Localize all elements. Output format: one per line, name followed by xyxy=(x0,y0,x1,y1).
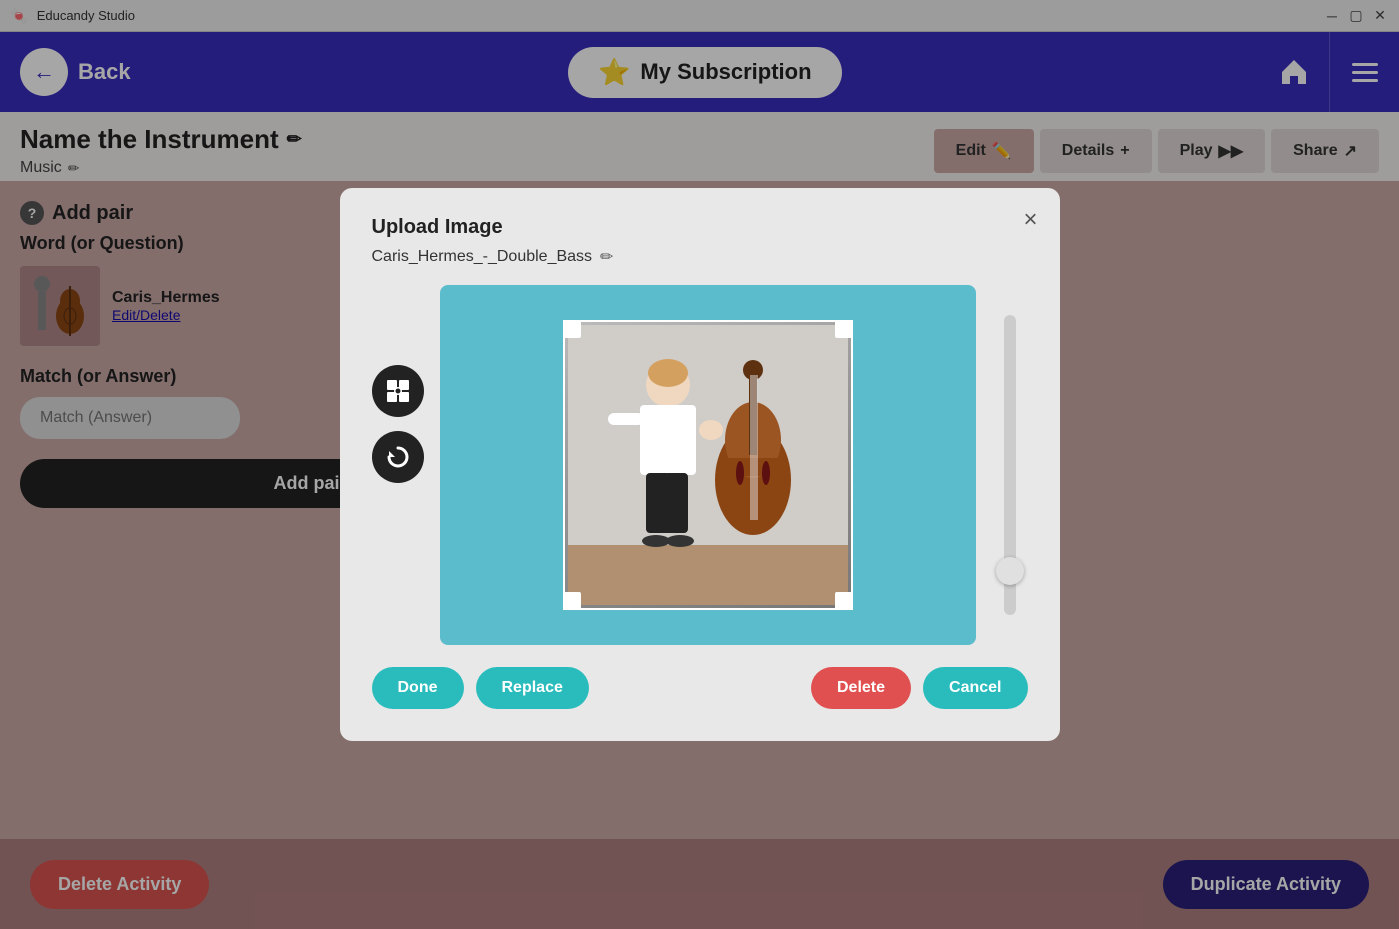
modal-filename: Caris_Hermes_-_Double_Bass xyxy=(372,248,593,266)
crop-corner-tr[interactable] xyxy=(835,320,853,338)
zoom-slider-container[interactable] xyxy=(992,285,1028,645)
modal-close-button[interactable]: × xyxy=(1023,206,1037,234)
modal-image-area xyxy=(372,285,1028,645)
replace-button[interactable]: Replace xyxy=(476,667,589,709)
zoom-slider-thumb[interactable] xyxy=(996,557,1024,585)
delete-button[interactable]: Delete xyxy=(811,667,911,709)
modal-image-controls xyxy=(372,285,424,483)
filename-edit-icon[interactable]: ✏ xyxy=(600,247,613,267)
modal-footer-left: Done Replace xyxy=(372,667,589,709)
done-button[interactable]: Done xyxy=(372,667,464,709)
crop-corner-br[interactable] xyxy=(835,592,853,610)
crop-container[interactable] xyxy=(440,285,976,645)
crop-corner-bl[interactable] xyxy=(563,592,581,610)
rotate-icon xyxy=(385,444,411,470)
upload-image-modal: Upload Image Caris_Hermes_-_Double_Bass … xyxy=(340,188,1060,741)
zoom-slider-track[interactable] xyxy=(1004,315,1016,615)
rotate-button[interactable] xyxy=(372,431,424,483)
crop-photo xyxy=(565,322,851,608)
modal-overlay[interactable]: Upload Image Caris_Hermes_-_Double_Bass … xyxy=(0,0,1399,929)
flip-button[interactable] xyxy=(372,365,424,417)
cancel-button[interactable]: Cancel xyxy=(923,667,1027,709)
image-preview xyxy=(568,325,848,605)
modal-footer-right: Delete Cancel xyxy=(811,667,1028,709)
modal-footer: Done Replace Delete Cancel xyxy=(372,667,1028,709)
modal-filename-row: Caris_Hermes_-_Double_Bass ✏ xyxy=(372,247,1028,267)
modal-title: Upload Image xyxy=(372,216,1028,239)
crop-inner xyxy=(563,320,853,610)
crop-corner-tl[interactable] xyxy=(563,320,581,338)
flip-icon xyxy=(385,378,411,404)
